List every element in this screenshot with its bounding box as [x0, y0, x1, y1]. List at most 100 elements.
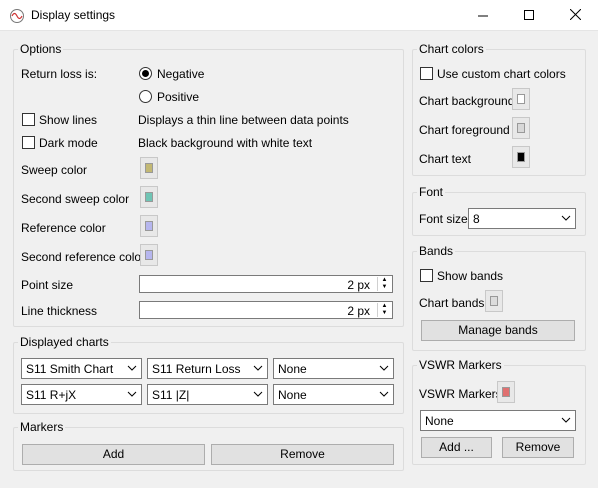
- chart-select-2[interactable]: S11 Return Loss: [147, 358, 268, 379]
- second-sweep-color-label: Second sweep color: [21, 192, 130, 206]
- chart-select-value: S11 R+jX: [26, 388, 77, 402]
- chevron-down-icon: [253, 365, 263, 371]
- chevron-down-icon: [127, 391, 137, 397]
- chevron-down-icon: [127, 365, 137, 371]
- chart-select-value: None: [278, 362, 307, 376]
- maximize-icon: [524, 10, 534, 20]
- chart-foreground-button[interactable]: [512, 117, 530, 139]
- chart-foreground-swatch: [517, 123, 525, 133]
- point-size-value: 2 px: [347, 278, 370, 292]
- chart-select-5[interactable]: S11 |Z|: [147, 384, 268, 405]
- app-icon: [10, 9, 24, 23]
- font-size-label: Font size: [419, 212, 468, 226]
- use-custom-colors-label: Use custom chart colors: [437, 67, 566, 81]
- chart-background-button[interactable]: [512, 88, 530, 110]
- chart-background-label: Chart background: [419, 94, 515, 108]
- dark-mode-checkbox[interactable]: [22, 136, 35, 149]
- minimize-button[interactable]: [460, 0, 506, 31]
- second-sweep-color-button[interactable]: [140, 186, 158, 208]
- point-size-label: Point size: [21, 278, 74, 292]
- chart-select-6[interactable]: None: [273, 384, 394, 405]
- options-group-title: Options: [18, 42, 64, 56]
- vswr-markers-label: VSWR Markers: [419, 387, 502, 401]
- chart-bands-color-button[interactable]: [485, 290, 503, 312]
- close-icon: [569, 8, 581, 21]
- show-lines-description: Displays a thin line between data points: [138, 113, 349, 127]
- chevron-down-icon: [379, 391, 389, 397]
- sweep-color-label: Sweep color: [21, 163, 88, 177]
- second-reference-color-button[interactable]: [140, 244, 158, 266]
- font-title: Font: [417, 185, 446, 199]
- vswr-add-button[interactable]: Add ...: [421, 437, 492, 458]
- show-lines-checkbox[interactable]: [22, 113, 35, 126]
- maximize-button[interactable]: [506, 0, 552, 31]
- point-size-arrows[interactable]: ▲ ▼: [377, 277, 391, 291]
- return-loss-label: Return loss is:: [21, 67, 98, 81]
- spin-up-icon[interactable]: ▲: [378, 303, 391, 310]
- add-marker-button[interactable]: Add: [22, 444, 205, 465]
- dark-mode-label: Dark mode: [39, 136, 98, 150]
- font-size-select[interactable]: 8: [468, 208, 576, 229]
- use-custom-colors-checkbox[interactable]: [420, 67, 433, 80]
- chart-bands-label: Chart bands: [419, 296, 485, 310]
- reference-color-button[interactable]: [140, 215, 158, 237]
- chart-select-value: None: [278, 388, 307, 402]
- sweep-color-button[interactable]: [140, 157, 158, 179]
- chart-select-value: S11 |Z|: [152, 388, 190, 402]
- markers-title: Markers: [18, 420, 66, 434]
- dark-mode-description: Black background with white text: [138, 136, 313, 150]
- spin-down-icon[interactable]: ▼: [378, 284, 391, 291]
- reference-color-swatch: [145, 221, 153, 231]
- title-bar: Display settings: [0, 0, 598, 31]
- reference-color-label: Reference color: [21, 221, 106, 235]
- spin-down-icon[interactable]: ▼: [378, 310, 391, 317]
- sweep-color-swatch: [145, 163, 153, 173]
- chevron-down-icon: [379, 365, 389, 371]
- second-reference-color-swatch: [145, 250, 153, 260]
- show-bands-checkbox[interactable]: [420, 269, 433, 282]
- line-thickness-arrows[interactable]: ▲ ▼: [377, 303, 391, 317]
- chart-bands-swatch: [490, 296, 498, 306]
- chart-select-value: S11 Smith Chart: [26, 362, 114, 376]
- remove-marker-button[interactable]: Remove: [211, 444, 394, 465]
- chart-select-4[interactable]: S11 R+jX: [21, 384, 142, 405]
- chart-select-1[interactable]: S11 Smith Chart: [21, 358, 142, 379]
- chart-background-swatch: [517, 94, 525, 104]
- line-thickness-spinbox[interactable]: 2 px ▲ ▼: [139, 301, 393, 319]
- chevron-down-icon: [253, 391, 263, 397]
- manage-bands-button[interactable]: Manage bands: [421, 320, 575, 341]
- chart-text-label: Chart text: [419, 152, 472, 166]
- show-lines-label: Show lines: [39, 113, 98, 127]
- negative-label: Negative: [157, 67, 205, 81]
- line-thickness-value: 2 px: [347, 304, 370, 318]
- font-size-value: 8: [473, 212, 480, 226]
- chart-foreground-label: Chart foreground: [419, 123, 510, 137]
- chart-select-3[interactable]: None: [273, 358, 394, 379]
- chart-text-button[interactable]: [512, 146, 530, 168]
- chart-colors-title: Chart colors: [417, 42, 486, 56]
- chevron-down-icon: [561, 417, 571, 423]
- bands-title: Bands: [417, 244, 456, 258]
- negative-radio[interactable]: [139, 67, 152, 80]
- second-sweep-color-swatch: [145, 192, 153, 202]
- vswr-select-value: None: [425, 414, 454, 428]
- vswr-remove-button[interactable]: Remove: [502, 437, 574, 458]
- chart-select-value: S11 Return Loss: [152, 362, 241, 376]
- chart-text-swatch: [517, 152, 525, 162]
- positive-radio[interactable]: [139, 90, 152, 103]
- positive-label: Positive: [157, 90, 200, 104]
- minimize-icon: [478, 15, 488, 17]
- show-bands-label: Show bands: [437, 269, 504, 283]
- vswr-title: VSWR Markers: [417, 358, 504, 372]
- point-size-spinbox[interactable]: 2 px ▲ ▼: [139, 275, 393, 293]
- window-title: Display settings: [31, 8, 116, 22]
- second-reference-color-label: Second reference color: [21, 250, 146, 264]
- displayed-charts-title: Displayed charts: [18, 335, 111, 349]
- vswr-markers-color-button[interactable]: [497, 381, 515, 403]
- vswr-markers-swatch: [502, 387, 510, 397]
- spin-up-icon[interactable]: ▲: [378, 277, 391, 284]
- close-button[interactable]: [552, 0, 598, 31]
- chevron-down-icon: [561, 215, 571, 221]
- vswr-select[interactable]: None: [420, 410, 576, 431]
- line-thickness-label: Line thickness: [21, 304, 98, 318]
